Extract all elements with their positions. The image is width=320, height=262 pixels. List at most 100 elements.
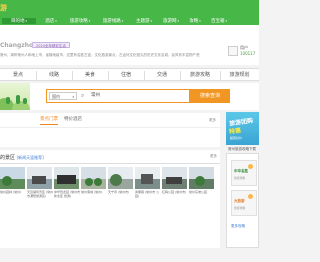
thumb-building <box>32 176 46 184</box>
category-transport[interactable]: 交通 <box>144 69 180 82</box>
nav-item-hotel[interactable]: 酒店▾ <box>38 18 64 24</box>
badge-icon <box>248 164 253 169</box>
tab-hotels[interactable]: 特价酒店 <box>64 116 82 124</box>
spot-caption[interactable]: 常州淹城 (常州) <box>81 190 109 202</box>
site-logo[interactable]: 游 <box>0 3 7 13</box>
nav-item-label: 旅游线路 <box>102 19 121 24</box>
tree-shape <box>6 97 10 104</box>
thumb-building <box>141 174 153 184</box>
promo-badge[interactable]: 2019全年精彩生活 <box>32 42 70 48</box>
nav-item-strategy[interactable]: 攻略▾ <box>184 18 206 24</box>
category-spots[interactable]: 景点 <box>0 69 36 82</box>
category-planning[interactable]: 旅游规划 <box>220 69 259 82</box>
nav-item-label: 酒店 <box>45 19 55 24</box>
guide-card-subtitle: 旅游攻略 <box>234 206 246 210</box>
nav-item-routes[interactable]: 旅游线路▾ <box>96 18 130 24</box>
section-title: 的景区 [新闻天涯推荐] <box>0 154 44 161</box>
page-background <box>0 248 259 262</box>
banner-illustration <box>0 83 30 110</box>
avatar[interactable] <box>228 46 238 56</box>
guide-card-title: 大旅游 <box>234 199 245 203</box>
spot-thumbnail[interactable] <box>54 167 79 189</box>
nav-item-destination[interactable]: 目的地▾ <box>2 18 36 24</box>
category-routes[interactable]: 线路 <box>36 69 72 82</box>
ticket-tabs: 景点门票 特价酒店 <box>0 113 220 127</box>
thumb-building <box>166 177 182 184</box>
search-icon: ⌕ <box>81 92 85 99</box>
more-link[interactable]: 更多 <box>210 154 217 159</box>
hill-shape <box>12 101 30 110</box>
ticket-list <box>0 127 220 147</box>
tree-shape <box>16 95 20 104</box>
chevron-down-icon: ▾ <box>88 19 91 23</box>
more-link[interactable]: 更多 <box>209 118 216 123</box>
spot-caption[interactable]: 天目湖风景区 (常州市溧阳旅游区) <box>27 190 55 202</box>
chevron-down-icon: ▾ <box>55 19 57 23</box>
nav-item-travel-net[interactable]: 旅游网▾ <box>158 18 184 24</box>
badge-icon <box>248 194 253 199</box>
spot-caption[interactable]: 天宁寺 (常州市) <box>108 190 136 202</box>
divider <box>0 163 220 164</box>
city-header: Changzhou 2019全年精彩生活 常州，简称常州人和地上市，省辖地级市，… <box>0 25 259 65</box>
chevron-down-icon: ▾ <box>150 19 152 23</box>
city-description: 常州，简称常州人和地上市，省辖地级市，这里有名胜古迹，文化旅游景点，古运河文化悠… <box>0 53 200 57</box>
thumb-sky <box>81 167 106 180</box>
ad-line: 超值好价 <box>230 136 243 140</box>
search-box: 国内 ▾ ⌕ <box>46 89 190 103</box>
guide-download-caption: 常州旅游攻略下载 <box>228 147 256 151</box>
spot-thumbnail[interactable] <box>108 167 133 189</box>
nav-item-label: 百宝箱 <box>210 19 225 24</box>
nav-item-label: 攻略 <box>189 19 199 24</box>
chevron-down-icon: ▾ <box>25 19 27 23</box>
guide-download-card[interactable]: 大旅游 旅游攻略 <box>231 190 257 216</box>
search-button[interactable]: 搜索查询 <box>190 89 230 103</box>
category-food[interactable]: 美食 <box>72 69 108 82</box>
guide-card-subtitle: 旅游攻略 <box>234 176 246 180</box>
thumb-building <box>57 175 76 184</box>
chevron-down-icon: ▾ <box>199 19 201 23</box>
section-subtitle[interactable]: [新闻天涯推荐] <box>17 155 44 160</box>
group-buy-ad[interactable]: 旅游团购 特惠 超值好价 <box>226 112 259 145</box>
nav-item-label: 主题游 <box>135 19 150 24</box>
tree-shape <box>23 98 27 104</box>
spot-caption[interactable]: 常州东坡公园 <box>189 190 217 202</box>
thumb-tree <box>94 178 102 186</box>
thumb-tree <box>195 176 205 186</box>
spot-caption[interactable]: 常州园林 (常州) <box>0 190 28 202</box>
spot-thumbnail[interactable] <box>0 167 25 189</box>
nav-item-label: 旅游网 <box>162 19 177 24</box>
nav-item-label: 目的地 <box>10 19 25 24</box>
ad-line: 特惠 <box>228 127 242 136</box>
guide-card-title: 中华名胜 <box>234 169 248 173</box>
spot-thumbnail[interactable] <box>189 167 214 189</box>
spot-caption[interactable]: 红梅公园 (常州市) <box>162 190 190 202</box>
spot-thumbnail[interactable] <box>27 167 52 189</box>
thumb-tree <box>85 178 93 186</box>
chevron-down-icon: ▾ <box>225 19 227 23</box>
chevron-down-icon: ▾ <box>72 95 74 99</box>
spot-caption[interactable]: 中华恐龙园 (常州市新北区 旅游) <box>54 190 82 202</box>
user-panel[interactable]: 用户 100117 <box>228 45 259 60</box>
nav-item-guide[interactable]: 旅游攻略▾ <box>64 18 96 24</box>
region-select[interactable]: 国内 ▾ <box>49 92 77 100</box>
chevron-down-icon: ▾ <box>177 19 179 23</box>
top-nav: 游 目的地▾ 酒店▾ 旅游攻略▾ 旅游线路▾ 主题游▾ 旅游网▾ 攻略▾ 百宝箱… <box>0 0 259 25</box>
nav-item-theme[interactable]: 主题游▾ <box>130 18 158 24</box>
spot-thumbnail[interactable] <box>135 167 160 189</box>
spot-caption[interactable]: 青果巷 (常州市 公园) <box>135 190 163 202</box>
user-count: 100117 <box>240 51 256 56</box>
guide-download-card[interactable]: 中华名胜 旅游攻略 <box>231 160 257 186</box>
search-banner: 国内 ▾ ⌕ 搜索查询 <box>0 83 259 110</box>
nav-item-label: 旅游攻略 <box>69 19 88 24</box>
tab-tickets[interactable]: 景点门票 <box>40 116 58 125</box>
chevron-down-icon: ▾ <box>121 19 124 23</box>
category-lodging[interactable]: 住宿 <box>108 69 144 82</box>
category-guide[interactable]: 旅游攻略 <box>180 69 220 82</box>
thumb-tree <box>110 174 122 186</box>
search-input[interactable] <box>91 92 181 100</box>
spot-thumbnail[interactable] <box>81 167 106 189</box>
more-guides-link[interactable]: 更多攻略 <box>231 224 245 229</box>
spot-thumbnail[interactable] <box>162 167 187 189</box>
nav-item-toolbox[interactable]: 百宝箱▾ <box>206 18 232 24</box>
thumb-tree <box>2 176 12 186</box>
